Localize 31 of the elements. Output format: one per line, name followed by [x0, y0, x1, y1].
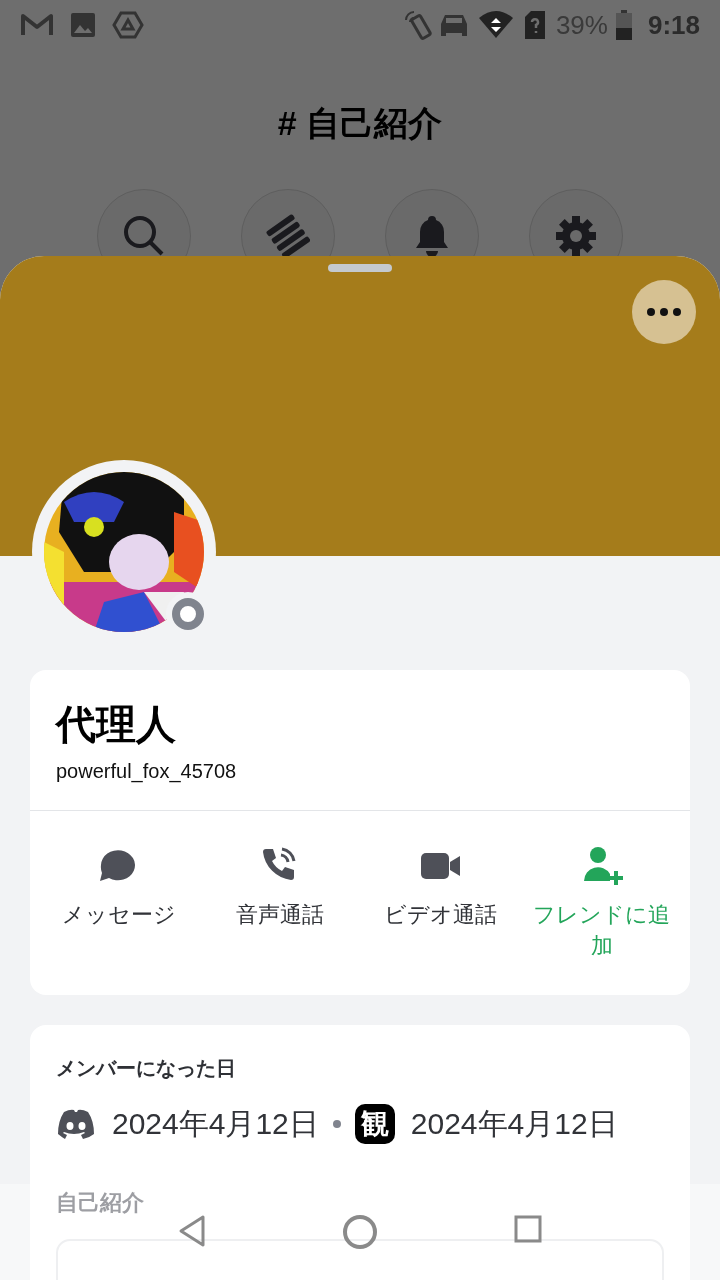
drag-handle[interactable]: [328, 264, 392, 272]
server-icon: 観: [354, 1103, 395, 1144]
join-date: 2024年4月12日: [410, 1106, 618, 1142]
action-button[interactable]: メッセージ: [61, 899, 176, 930]
search-icon: [122, 214, 166, 256]
discord-logo-icon: [56, 1108, 96, 1139]
wifi-icon: [477, 10, 514, 40]
username: powerful_fox_45708: [56, 759, 238, 785]
section-heading: メンバーになった日: [56, 1056, 237, 1081]
display-name: 代理人: [56, 701, 177, 748]
clock: 9:18: [647, 8, 700, 42]
channel-title: # 自己紹介: [277, 103, 443, 144]
sim-icon: [523, 10, 546, 40]
settings-icon: [554, 214, 598, 256]
back-icon[interactable]: [177, 1214, 208, 1248]
action-button[interactable]: ビデオ通話: [384, 899, 497, 930]
recents-icon[interactable]: [512, 1214, 543, 1244]
settings-button[interactable]: [529, 189, 623, 256]
section-heading: 自己紹介: [56, 1189, 145, 1217]
join-date: 2024年4月12日: [112, 1106, 319, 1142]
search-button[interactable]: [97, 189, 191, 256]
mail-icon: [20, 13, 54, 37]
more-icon: [647, 308, 681, 316]
battery-icon: [615, 10, 632, 40]
image-icon: [70, 12, 96, 38]
notifications-button[interactable]: [385, 189, 479, 256]
home-icon[interactable]: [342, 1214, 378, 1250]
drive-icon: [112, 11, 144, 39]
threads-button[interactable]: [241, 189, 335, 256]
thread-icon: [266, 214, 310, 256]
action-button[interactable]: 音声通話: [235, 899, 324, 930]
